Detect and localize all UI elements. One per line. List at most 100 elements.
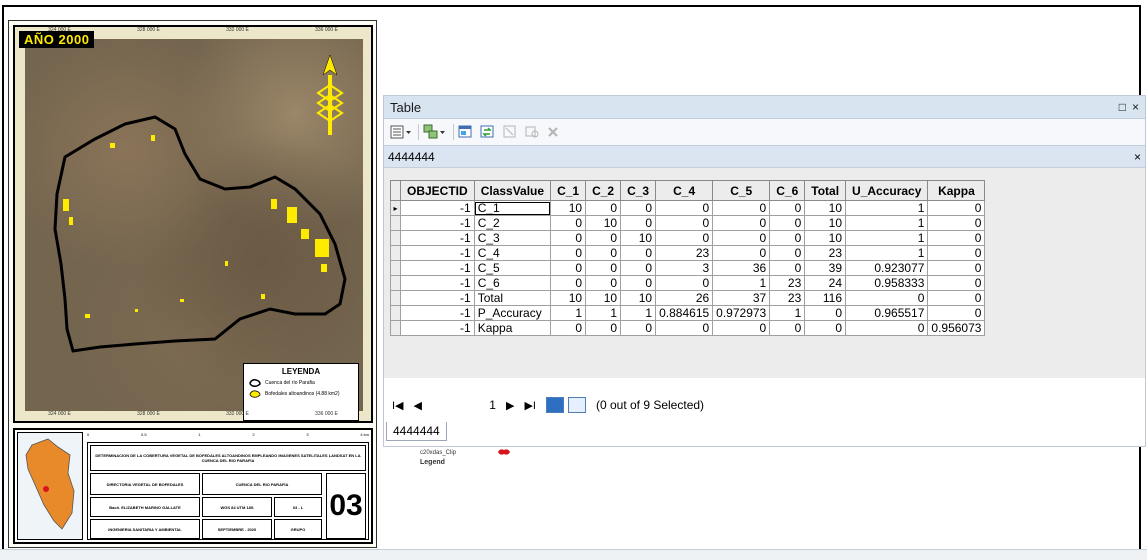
table-cell[interactable]: -1 xyxy=(400,245,475,261)
table-cell[interactable]: C_1 xyxy=(473,200,552,216)
select-by-attributes-icon[interactable] xyxy=(458,124,474,140)
table-cell[interactable]: 10 xyxy=(804,230,847,246)
row-selector-header[interactable] xyxy=(390,180,401,201)
table-cell[interactable]: 0 xyxy=(620,215,657,231)
table-cell[interactable]: 10 xyxy=(585,215,622,231)
table-cell[interactable]: 10 xyxy=(804,215,847,231)
table-cell[interactable]: -1 xyxy=(400,275,475,291)
table-cell[interactable]: Total xyxy=(473,290,552,306)
table-cell[interactable]: 0 xyxy=(927,275,986,291)
close-table-button[interactable]: × xyxy=(1134,150,1141,164)
table-cell[interactable]: 0 xyxy=(845,290,929,306)
column-header[interactable]: C_6 xyxy=(769,180,806,201)
table-cell[interactable]: 0 xyxy=(550,320,587,336)
table-cell[interactable]: 0 xyxy=(927,245,986,261)
current-record-input[interactable] xyxy=(431,396,498,414)
column-header[interactable]: C_3 xyxy=(620,180,657,201)
table-cell[interactable]: 0 xyxy=(550,230,587,246)
table-cell[interactable]: -1 xyxy=(400,260,475,276)
table-cell[interactable]: P_Accuracy xyxy=(473,305,552,321)
table-row[interactable]: -1 C_3 0 0 10 0 0 0 10 1 0 xyxy=(390,230,986,246)
table-cell[interactable]: C_6 xyxy=(473,275,552,291)
table-cell[interactable]: 0 xyxy=(769,260,806,276)
table-cell[interactable]: 0 xyxy=(655,200,714,216)
column-header[interactable]: U_Accuracy xyxy=(845,180,929,201)
table-cell[interactable]: 0 xyxy=(550,260,587,276)
table-cell[interactable]: 0 xyxy=(927,200,986,216)
table-cell[interactable]: 23 xyxy=(769,275,806,291)
table-cell[interactable]: 0 xyxy=(655,230,714,246)
row-selector[interactable] xyxy=(390,275,401,291)
table-row[interactable]: -1 C_2 0 10 0 0 0 0 10 1 0 xyxy=(390,215,986,231)
table-cell[interactable]: -1 xyxy=(400,230,475,246)
table-cell[interactable]: 0 xyxy=(712,245,771,261)
table-cell[interactable]: 0 xyxy=(845,320,929,336)
table-cell[interactable]: 0.972973 xyxy=(712,305,771,321)
table-cell[interactable]: -1 xyxy=(400,200,475,216)
table-cell[interactable]: 0 xyxy=(927,230,986,246)
table-options-icon[interactable] xyxy=(390,124,412,140)
table-cell[interactable]: 24 xyxy=(804,275,847,291)
table-cell[interactable]: 0 xyxy=(585,320,622,336)
table-cell[interactable]: 0 xyxy=(927,215,986,231)
table-cell[interactable]: 39 xyxy=(804,260,847,276)
next-record-button[interactable]: ▶ xyxy=(506,399,514,412)
table-cell[interactable]: 0 xyxy=(550,215,587,231)
table-cell[interactable]: 0 xyxy=(550,245,587,261)
table-cell[interactable]: 0 xyxy=(655,320,714,336)
show-all-records-button[interactable] xyxy=(545,397,564,413)
row-selector[interactable] xyxy=(390,305,401,321)
column-header[interactable]: C_1 xyxy=(550,180,587,201)
table-cell[interactable]: 0 xyxy=(620,320,657,336)
table-cell[interactable]: 0 xyxy=(804,305,847,321)
table-cell[interactable]: 10 xyxy=(550,200,587,216)
column-header[interactable]: C_5 xyxy=(712,180,771,201)
table-cell[interactable]: 0 xyxy=(712,200,771,216)
table-cell[interactable]: 10 xyxy=(804,200,847,216)
table-cell[interactable]: 0 xyxy=(769,320,806,336)
table-cell[interactable]: 0.958333 xyxy=(845,275,929,291)
table-cell[interactable]: 23 xyxy=(769,290,806,306)
table-cell[interactable]: 0 xyxy=(769,200,806,216)
table-cell[interactable]: 10 xyxy=(585,290,622,306)
table-cell[interactable]: 23 xyxy=(655,245,714,261)
table-cell[interactable]: 10 xyxy=(620,230,657,246)
table-cell[interactable]: 0 xyxy=(620,245,657,261)
table-cell[interactable]: 10 xyxy=(550,290,587,306)
table-cell[interactable]: 1 xyxy=(845,200,929,216)
table-cell[interactable]: 1 xyxy=(550,305,587,321)
table-cell[interactable]: -1 xyxy=(400,305,475,321)
table-cell[interactable]: 3 xyxy=(655,260,714,276)
table-window[interactable]: Table □ × 4444444 × OBJECTID ClassValue … xyxy=(383,95,1146,447)
row-selector[interactable] xyxy=(390,290,401,306)
table-cell[interactable]: 0 xyxy=(712,320,771,336)
table-cell[interactable]: 10 xyxy=(620,290,657,306)
table-cell[interactable]: 0.956073 xyxy=(927,320,986,336)
table-cell[interactable]: 1 xyxy=(620,305,657,321)
column-header[interactable]: Total xyxy=(804,180,847,201)
show-selected-records-button[interactable] xyxy=(567,397,586,413)
last-record-button[interactable]: ▶I xyxy=(524,399,536,412)
table-cell[interactable]: 0 xyxy=(620,275,657,291)
table-cell[interactable]: 1 xyxy=(585,305,622,321)
related-tables-icon[interactable] xyxy=(423,124,447,140)
table-cell[interactable]: -1 xyxy=(400,290,475,306)
table-cell[interactable]: C_5 xyxy=(473,260,552,276)
table-row[interactable]: -1 C_4 0 0 0 23 0 0 23 1 0 xyxy=(390,245,986,261)
table-cell[interactable]: 0 xyxy=(585,200,622,216)
table-cell[interactable]: 0 xyxy=(769,215,806,231)
column-header[interactable]: C_4 xyxy=(655,180,714,201)
table-cell[interactable]: 0 xyxy=(804,320,847,336)
table-cell[interactable]: 1 xyxy=(845,245,929,261)
table-cell[interactable]: 0 xyxy=(655,275,714,291)
table-cell[interactable]: 1 xyxy=(769,305,806,321)
table-cell[interactable]: 0.965517 xyxy=(845,305,929,321)
table-cell[interactable]: 1 xyxy=(712,275,771,291)
table-tab[interactable]: 4444444 xyxy=(386,422,447,441)
table-cell[interactable]: 23 xyxy=(804,245,847,261)
table-row[interactable]: -1 Total 10 10 10 26 37 23 116 0 0 xyxy=(390,290,986,306)
table-cell[interactable]: C_3 xyxy=(473,230,552,246)
row-selector[interactable] xyxy=(390,245,401,261)
table-cell[interactable]: 0 xyxy=(585,275,622,291)
switch-selection-icon[interactable] xyxy=(480,124,496,140)
